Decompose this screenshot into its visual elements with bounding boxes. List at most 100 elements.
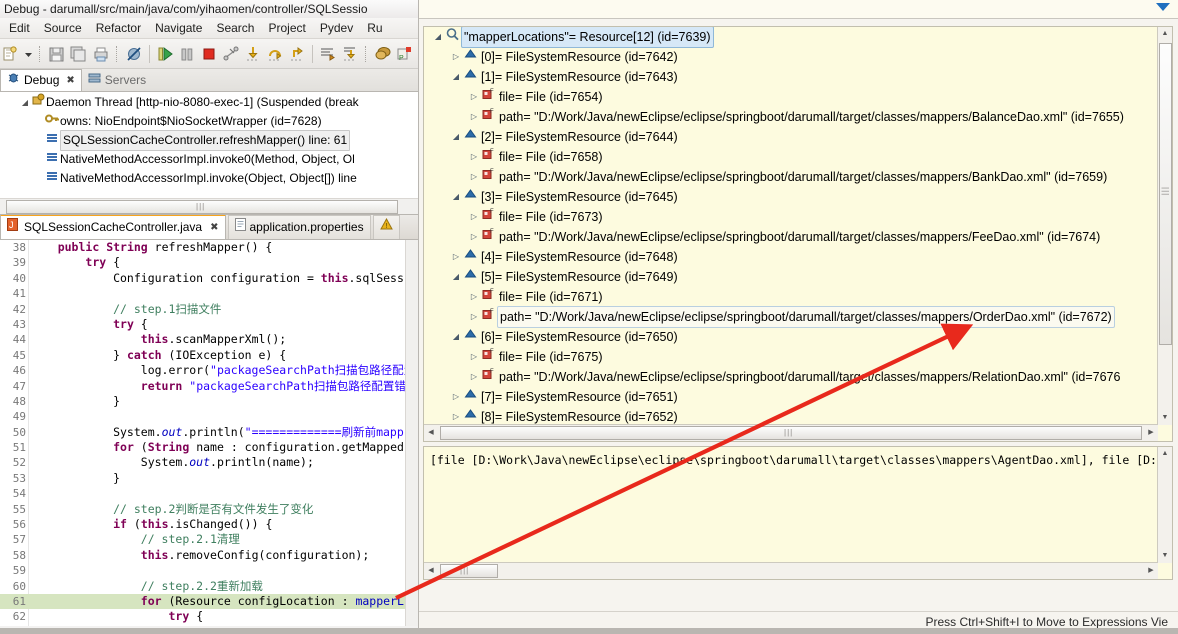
expression-row[interactable]: ▷ Ffile= File (id=7671) <box>424 287 1158 307</box>
disconnect-icon[interactable] <box>221 44 241 64</box>
close-icon[interactable]: ✖ <box>66 70 74 91</box>
expand-twisty-icon[interactable]: ▷ <box>450 47 462 67</box>
expressions-hscrollbar[interactable]: ◀ ||| ▶ <box>424 424 1158 441</box>
code-line[interactable]: 43 try { <box>0 317 419 332</box>
editor-tab-warning[interactable]: ! <box>372 215 400 239</box>
expression-row[interactable]: ▷ [7]= FileSystemResource (id=7651) <box>424 387 1158 407</box>
code-line[interactable]: 54 <box>0 486 419 501</box>
expression-row[interactable]: ▷ Fpath= "D:/Work/Java/newEclipse/eclipse… <box>424 167 1158 187</box>
expression-row[interactable]: ▷ [8]= FileSystemResource (id=7652) <box>424 407 1158 425</box>
expand-twisty-icon[interactable]: ▷ <box>450 387 462 407</box>
step-over-icon[interactable] <box>265 44 285 64</box>
expand-twisty-icon[interactable]: ◢ <box>432 27 444 47</box>
suspend-icon[interactable] <box>177 44 197 64</box>
editor-vscrollbar[interactable] <box>405 240 419 626</box>
expand-twisty-icon[interactable]: ▷ <box>468 107 480 127</box>
code-line[interactable]: 46 log.error("packageSearchPath扫描包路径配置错 <box>0 363 419 378</box>
expand-twisty-icon[interactable]: ▷ <box>468 227 480 247</box>
expand-twisty-icon[interactable]: ◢ <box>450 267 462 287</box>
code-line[interactable]: 62 try { <box>0 609 419 624</box>
expand-twisty-icon[interactable]: ▷ <box>468 87 480 107</box>
menu-item-ru[interactable]: Ru <box>360 18 389 38</box>
view-menu-icon[interactable] <box>1156 3 1170 11</box>
scroll-right-arrow[interactable]: ▶ <box>1144 426 1158 440</box>
code-line[interactable]: 51 for (String name : configuration.getM… <box>0 440 419 455</box>
code-line[interactable]: 39 try { <box>0 255 419 270</box>
expression-row[interactable]: ▷ Fpath= "D:/Work/Java/newEclipse/eclipse… <box>424 367 1158 387</box>
code-line[interactable]: 53 } <box>0 471 419 486</box>
dropdown-arrow-icon[interactable] <box>23 44 34 64</box>
terminate-icon[interactable] <box>199 44 219 64</box>
debug-tree-row[interactable]: NativeMethodAccessorImpl.invoke0(Method,… <box>0 150 419 169</box>
use-step-filters-icon[interactable] <box>318 44 338 64</box>
expression-row[interactable]: ▷ Fpath= "D:/Work/Java/newEclipse/eclipse… <box>424 306 1158 328</box>
skip-breakpoints-icon[interactable] <box>124 44 144 64</box>
debug-stack-tree[interactable]: ◢ Daemon Thread [http-nio-8080-exec-1] (S… <box>0 92 419 215</box>
step-into-icon[interactable] <box>243 44 263 64</box>
expand-twisty-icon[interactable]: ▷ <box>468 347 480 367</box>
expression-row[interactable]: ◢ [5]= FileSystemResource (id=7649) <box>424 267 1158 287</box>
print-icon[interactable] <box>91 44 111 64</box>
step-return-icon[interactable] <box>287 44 307 64</box>
code-editor[interactable]: 38 public String refreshMapper() {39 try… <box>0 240 419 626</box>
expression-row[interactable]: ◢ [1]= FileSystemResource (id=7643) <box>424 67 1158 87</box>
code-line[interactable]: 49 <box>0 409 419 424</box>
expression-row[interactable]: ▷ Fpath= "D:/Work/Java/newEclipse/eclipse… <box>424 227 1158 247</box>
detail-scroll-down-arrow[interactable]: ▼ <box>1158 549 1172 563</box>
expressions-tree[interactable]: ◢ "mapperLocations"= Resource[12] (id=763… <box>423 26 1173 442</box>
debug-tree-row[interactable]: owns: NioEndpoint$NioSocketWrapper (id=7… <box>0 112 419 131</box>
menu-item-search[interactable]: Search <box>209 18 261 38</box>
detail-scroll-left-arrow[interactable]: ◀ <box>424 564 438 578</box>
expand-twisty-icon[interactable]: ▷ <box>468 167 480 187</box>
expressions-tree-rows[interactable]: ◢ "mapperLocations"= Resource[12] (id=763… <box>424 27 1158 425</box>
code-line[interactable]: 47 return "packageSearchPath扫描包路径配置错误"; <box>0 379 419 394</box>
code-line[interactable]: 52 System.out.println(name); <box>0 455 419 470</box>
expand-twisty-icon[interactable]: ▷ <box>468 147 480 167</box>
expression-row[interactable]: ◢ [3]= FileSystemResource (id=7645) <box>424 187 1158 207</box>
detail-vscrollbar[interactable]: ▲ ▼ <box>1157 447 1172 563</box>
expand-twisty-icon[interactable]: ▷ <box>468 307 480 327</box>
open-type-icon[interactable] <box>373 44 393 64</box>
expand-twisty-icon[interactable]: ▷ <box>450 407 462 425</box>
debug-tree-row[interactable]: SQLSessionCacheController.refreshMapper(… <box>0 130 419 151</box>
detail-scroll-right-arrow[interactable]: ▶ <box>1144 564 1158 578</box>
code-line[interactable]: 38 public String refreshMapper() { <box>0 240 419 255</box>
scroll-up-arrow[interactable]: ▲ <box>1158 27 1172 41</box>
new-java-project-icon[interactable]: P <box>395 44 415 64</box>
expression-row[interactable]: ◢ [6]= FileSystemResource (id=7650) <box>424 327 1158 347</box>
expand-twisty-icon[interactable]: ◢ <box>450 67 462 87</box>
expression-row[interactable]: ▷ [4]= FileSystemResource (id=7648) <box>424 247 1158 267</box>
editor-tab-sqlsessioncachecontroller-java[interactable]: J SQLSessionCacheController.java ✖ <box>0 215 226 239</box>
code-line[interactable]: 42 // step.1扫描文件 <box>0 302 419 317</box>
expression-row[interactable]: ▷ [0]= FileSystemResource (id=7642) <box>424 47 1158 67</box>
expression-row[interactable]: ▷ Ffile= File (id=7654) <box>424 87 1158 107</box>
code-line[interactable]: 63 XMLMapperBuilder xmlMapperBuil <box>0 625 419 626</box>
menu-item-pydev[interactable]: Pydev <box>313 18 360 38</box>
resume-icon[interactable] <box>155 44 175 64</box>
expand-twisty-icon[interactable]: ◢ <box>450 127 462 147</box>
expand-twisty-icon[interactable]: ◢ <box>450 327 462 347</box>
menu-item-refactor[interactable]: Refactor <box>89 18 148 38</box>
expression-row[interactable]: ▷ Ffile= File (id=7658) <box>424 147 1158 167</box>
view-tab-servers[interactable]: Servers <box>82 70 152 91</box>
expand-twisty-icon[interactable]: ▷ <box>468 367 480 387</box>
close-icon[interactable]: ✖ <box>210 216 218 239</box>
code-line[interactable]: 40 Configuration configuration = this.sq… <box>0 271 419 286</box>
expand-twisty-icon[interactable]: ▷ <box>450 247 462 267</box>
detail-scroll-up-arrow[interactable]: ▲ <box>1158 447 1172 461</box>
scroll-down-arrow[interactable]: ▼ <box>1158 411 1172 425</box>
code-line[interactable]: 44 this.scanMapperXml(); <box>0 332 419 347</box>
detail-hscrollbar[interactable]: ◀ ||| ▶ <box>424 562 1158 579</box>
code-line[interactable]: 57 // step.2.1清理 <box>0 532 419 547</box>
debug-tree-hscrollbar[interactable]: ||| <box>0 198 419 214</box>
new-wizard-icon[interactable] <box>1 44 21 64</box>
detail-pane[interactable]: [file [D:\Work\Java\newEclipse\eclipse\s… <box>423 446 1173 580</box>
code-line[interactable]: 41 <box>0 286 419 301</box>
code-line[interactable]: 61 for (Resource configLocation : mapper… <box>0 593 419 610</box>
code-line[interactable]: 59 <box>0 563 419 578</box>
menu-item-source[interactable]: Source <box>37 18 89 38</box>
expand-twisty-icon[interactable]: ◢ <box>450 187 462 207</box>
code-line[interactable]: 55 // step.2判断是否有文件发生了变化 <box>0 502 419 517</box>
save-all-icon[interactable] <box>69 44 89 64</box>
expand-twisty-icon[interactable]: ◢ <box>20 93 30 112</box>
